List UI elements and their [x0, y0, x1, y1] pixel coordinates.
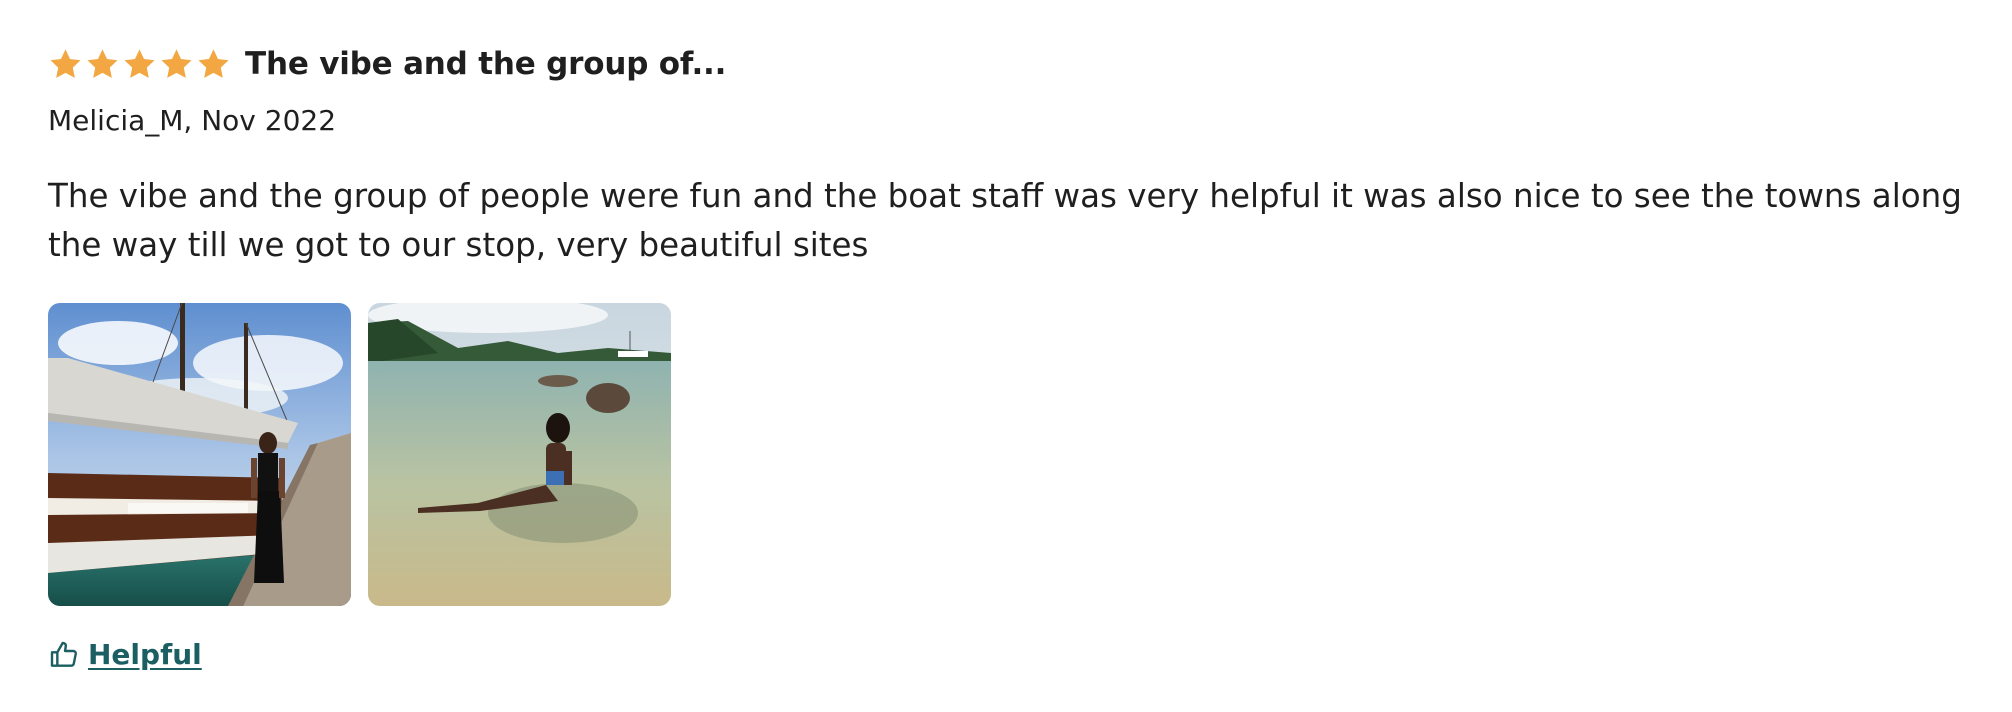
boat-photo-image — [48, 303, 351, 606]
review-author-date: Melicia_M, Nov 2022 — [48, 104, 337, 137]
review-text: The vibe and the group of people were fu… — [48, 177, 1962, 264]
star-icon — [161, 48, 192, 78]
helpful-label: Helpful — [88, 638, 202, 671]
star-icon — [198, 48, 229, 78]
star-icon — [124, 48, 155, 78]
review-photos — [48, 303, 1964, 606]
review-photo-beach[interactable] — [368, 303, 671, 606]
star-icon — [87, 48, 118, 78]
helpful-button[interactable]: Helpful — [48, 638, 202, 671]
review-header: The vibe and the group of... — [48, 44, 1964, 84]
review-card: The vibe and the group of... Melicia_M, … — [0, 0, 1964, 675]
thumbs-up-icon — [50, 641, 77, 667]
star-icon — [50, 48, 81, 78]
review-photo-boat[interactable] — [48, 303, 351, 606]
beach-photo-image — [368, 303, 671, 606]
review-title: The vibe and the group of... — [245, 46, 727, 82]
star-rating — [48, 47, 231, 82]
